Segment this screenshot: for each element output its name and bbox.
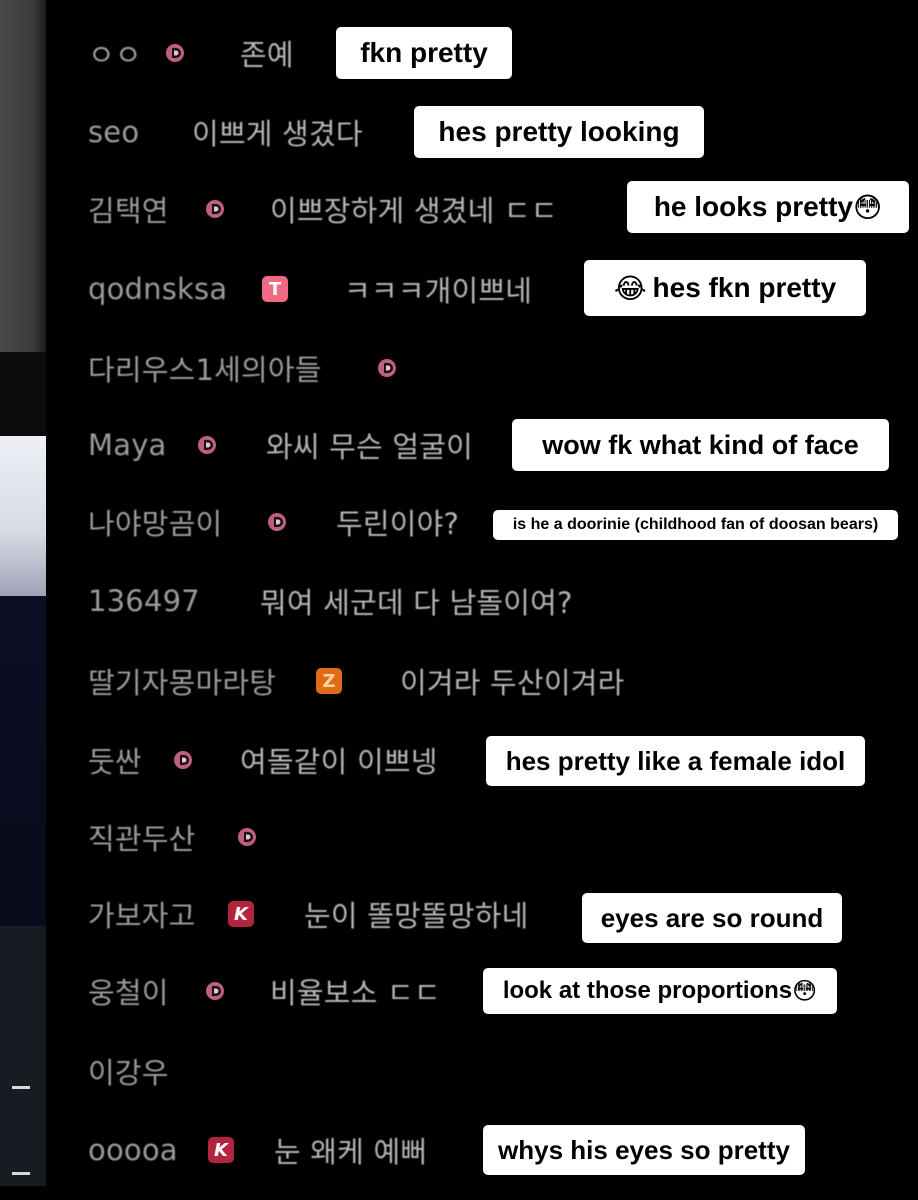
orange-z-badge-icon: Z bbox=[316, 668, 342, 694]
chat-username[interactable]: 직관두산 bbox=[88, 816, 196, 858]
chat-message-row: 직관두산 bbox=[0, 809, 918, 865]
doosan-d-badge-icon bbox=[236, 826, 258, 848]
chat-username[interactable]: 둣싼 bbox=[88, 739, 142, 781]
chat-username[interactable]: 다리우스1세의아들 bbox=[88, 347, 322, 389]
caption-text: hes pretty like a female idol bbox=[505, 745, 846, 776]
chat-message-row: 다리우스1세의아들 bbox=[0, 340, 918, 396]
chat-message-row: 이강우 bbox=[0, 1043, 918, 1099]
translation-caption: eyes are so round bbox=[582, 893, 842, 943]
chat-username[interactable]: 웅철이 bbox=[88, 970, 169, 1012]
chat-message-text: 두린이야? bbox=[336, 507, 460, 541]
chat-message-text: 이겨라 두산이겨라 bbox=[400, 666, 625, 700]
translation-caption: hes pretty looking bbox=[414, 106, 704, 158]
caption-text: look at those proportions bbox=[502, 977, 793, 1004]
translation-caption: hes pretty like a female idol bbox=[486, 736, 865, 786]
caption-text: hes fkn pretty bbox=[652, 272, 837, 303]
red-k-badge-icon: K bbox=[228, 901, 254, 927]
chat-message-text: 눈 왜케 예뻐 bbox=[274, 1135, 428, 1169]
caption-text: whys his eyes so pretty bbox=[498, 1134, 790, 1165]
stream-chat-screenshot: ㅇㅇ 존예 fkn pretty seo 이쁘게 생겼다 hes pretty looki… bbox=[0, 0, 918, 1200]
caption-text: is he a doorinie (childhood fan of doosa… bbox=[512, 516, 879, 533]
crying-laughing-emoji-icon: 😂 bbox=[613, 271, 647, 305]
chat-username[interactable]: seo bbox=[88, 115, 139, 149]
chat-username[interactable]: qodnsksa bbox=[88, 272, 227, 306]
translation-caption: he looks pretty 😳 bbox=[627, 181, 909, 233]
translation-caption: look at those proportions 😳 bbox=[483, 968, 837, 1014]
badge-glyph: K bbox=[234, 903, 248, 925]
chat-message-text: ㅋㅋㅋ개이쁘네 bbox=[344, 274, 533, 308]
chat-message-text: 눈이 똘망똘망하네 bbox=[304, 899, 529, 933]
chat-username[interactable]: ooooa bbox=[88, 1133, 178, 1167]
badge-glyph: K bbox=[214, 1139, 228, 1161]
red-k-badge-icon: K bbox=[208, 1137, 234, 1163]
chat-username[interactable]: 딸기자몽마라탕 bbox=[88, 660, 276, 702]
doosan-d-badge-icon bbox=[164, 42, 186, 64]
chat-message-text: 존예 bbox=[240, 38, 294, 72]
chat-message-text: 와씨 무슨 얼굴이 bbox=[266, 430, 473, 464]
flushed-face-emoji-icon: 😳 bbox=[792, 977, 818, 1005]
caption-text: wow fk what kind of face bbox=[542, 429, 859, 460]
flushed-face-emoji-icon: 😳 bbox=[852, 190, 883, 224]
chat-username[interactable]: 가보자고 bbox=[88, 893, 196, 935]
translation-caption: is he a doorinie (childhood fan of doosa… bbox=[493, 510, 898, 540]
chat-message-row: 136497 뭐여 세군데 다 남돌이여? bbox=[0, 573, 918, 629]
chat-username[interactable]: 나야망곰이 bbox=[88, 501, 222, 543]
doosan-d-badge-icon bbox=[376, 357, 398, 379]
doosan-d-badge-icon bbox=[172, 749, 194, 771]
translation-caption: wow fk what kind of face bbox=[512, 419, 889, 471]
doosan-d-badge-icon bbox=[266, 511, 288, 533]
caption-text: hes pretty looking bbox=[438, 116, 680, 147]
translation-caption: 😂 hes fkn pretty bbox=[584, 260, 866, 316]
chat-message-text: 이쁘장하게 생겼네 ㄷㄷ bbox=[270, 194, 558, 228]
chat-message-text: 여돌같이 이쁘넹 bbox=[240, 745, 438, 779]
chat-message-text: 이쁘게 생겼다 bbox=[192, 117, 363, 151]
chat-username[interactable]: Maya bbox=[88, 428, 167, 462]
doosan-d-badge-icon bbox=[204, 198, 226, 220]
chat-message-text: 뭐여 세군데 다 남돌이여? bbox=[260, 586, 573, 620]
chat-message-text: 비율보소 ㄷㄷ bbox=[270, 976, 441, 1010]
doosan-d-badge-icon bbox=[204, 980, 226, 1002]
chat-username[interactable]: ㅇㅇ bbox=[88, 32, 142, 74]
caption-text: fkn pretty bbox=[360, 37, 488, 68]
tving-t-badge-icon: T bbox=[262, 276, 288, 302]
chat-username[interactable]: 이강우 bbox=[88, 1050, 169, 1092]
chat-username[interactable]: 김택연 bbox=[88, 188, 169, 230]
chat-message-row: 딸기자몽마라탕 Z 이겨라 두산이겨라 bbox=[0, 653, 918, 709]
caption-text: he looks pretty bbox=[653, 191, 853, 222]
translation-caption: fkn pretty bbox=[336, 27, 512, 79]
translation-caption: whys his eyes so pretty bbox=[483, 1125, 805, 1175]
chat-username[interactable]: 136497 bbox=[88, 584, 200, 618]
doosan-d-badge-icon bbox=[196, 434, 218, 456]
caption-text: eyes are so round bbox=[600, 902, 824, 933]
badge-glyph: Z bbox=[322, 670, 336, 692]
badge-glyph: T bbox=[268, 278, 282, 300]
